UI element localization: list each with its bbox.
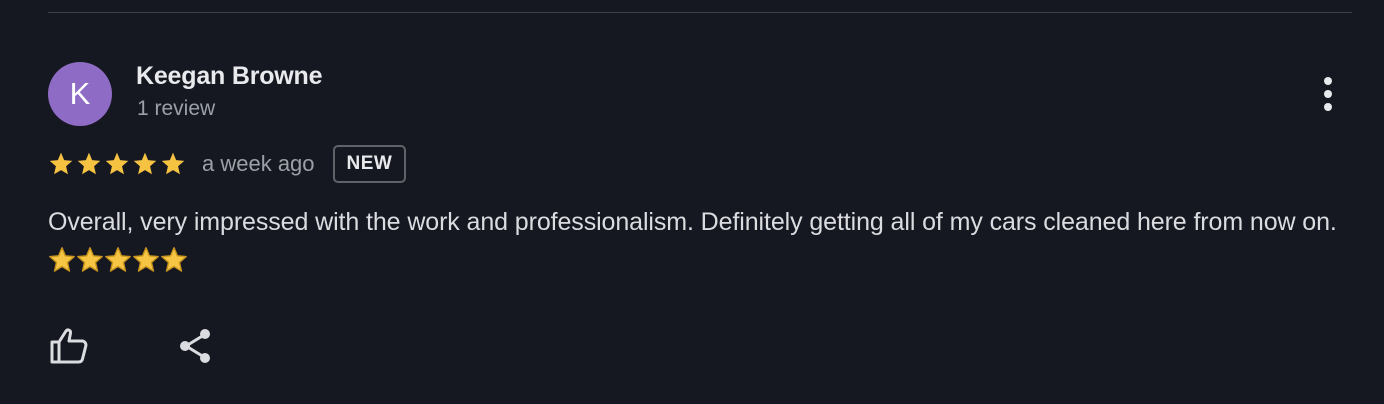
review-card: K Keegan Browne 1 review a week ago NEW …: [0, 0, 1384, 404]
share-icon: [180, 329, 210, 363]
new-badge: NEW: [332, 145, 407, 183]
more-options-button[interactable]: [1312, 74, 1344, 114]
star-rating: [48, 151, 186, 177]
more-vert-icon: [1324, 77, 1332, 111]
star-icon: [161, 152, 185, 175]
star-icon: [49, 247, 75, 272]
star-icon: [49, 152, 73, 175]
review-date: a week ago: [202, 151, 315, 176]
star-icon: [133, 247, 159, 272]
avatar-initial: K: [69, 76, 91, 111]
star-icon: [105, 152, 129, 175]
like-button[interactable]: [48, 326, 90, 366]
rating-row: a week ago NEW: [48, 143, 407, 185]
review-text: Overall, very impressed with the work an…: [48, 202, 1348, 282]
review-count[interactable]: 1 review: [137, 97, 215, 121]
divider: [48, 12, 1352, 13]
author-name[interactable]: Keegan Browne: [136, 62, 323, 91]
star-icon: [133, 152, 157, 175]
share-button[interactable]: [176, 326, 216, 366]
review-emoji-stars: [48, 246, 188, 274]
star-icon: [77, 152, 101, 175]
star-icon: [77, 247, 103, 272]
star-icon: [105, 247, 131, 272]
thumb-up-icon: [50, 328, 88, 364]
star-icon: [161, 247, 187, 272]
review-body: Overall, very impressed with the work an…: [48, 208, 1337, 236]
avatar[interactable]: K: [48, 62, 112, 126]
